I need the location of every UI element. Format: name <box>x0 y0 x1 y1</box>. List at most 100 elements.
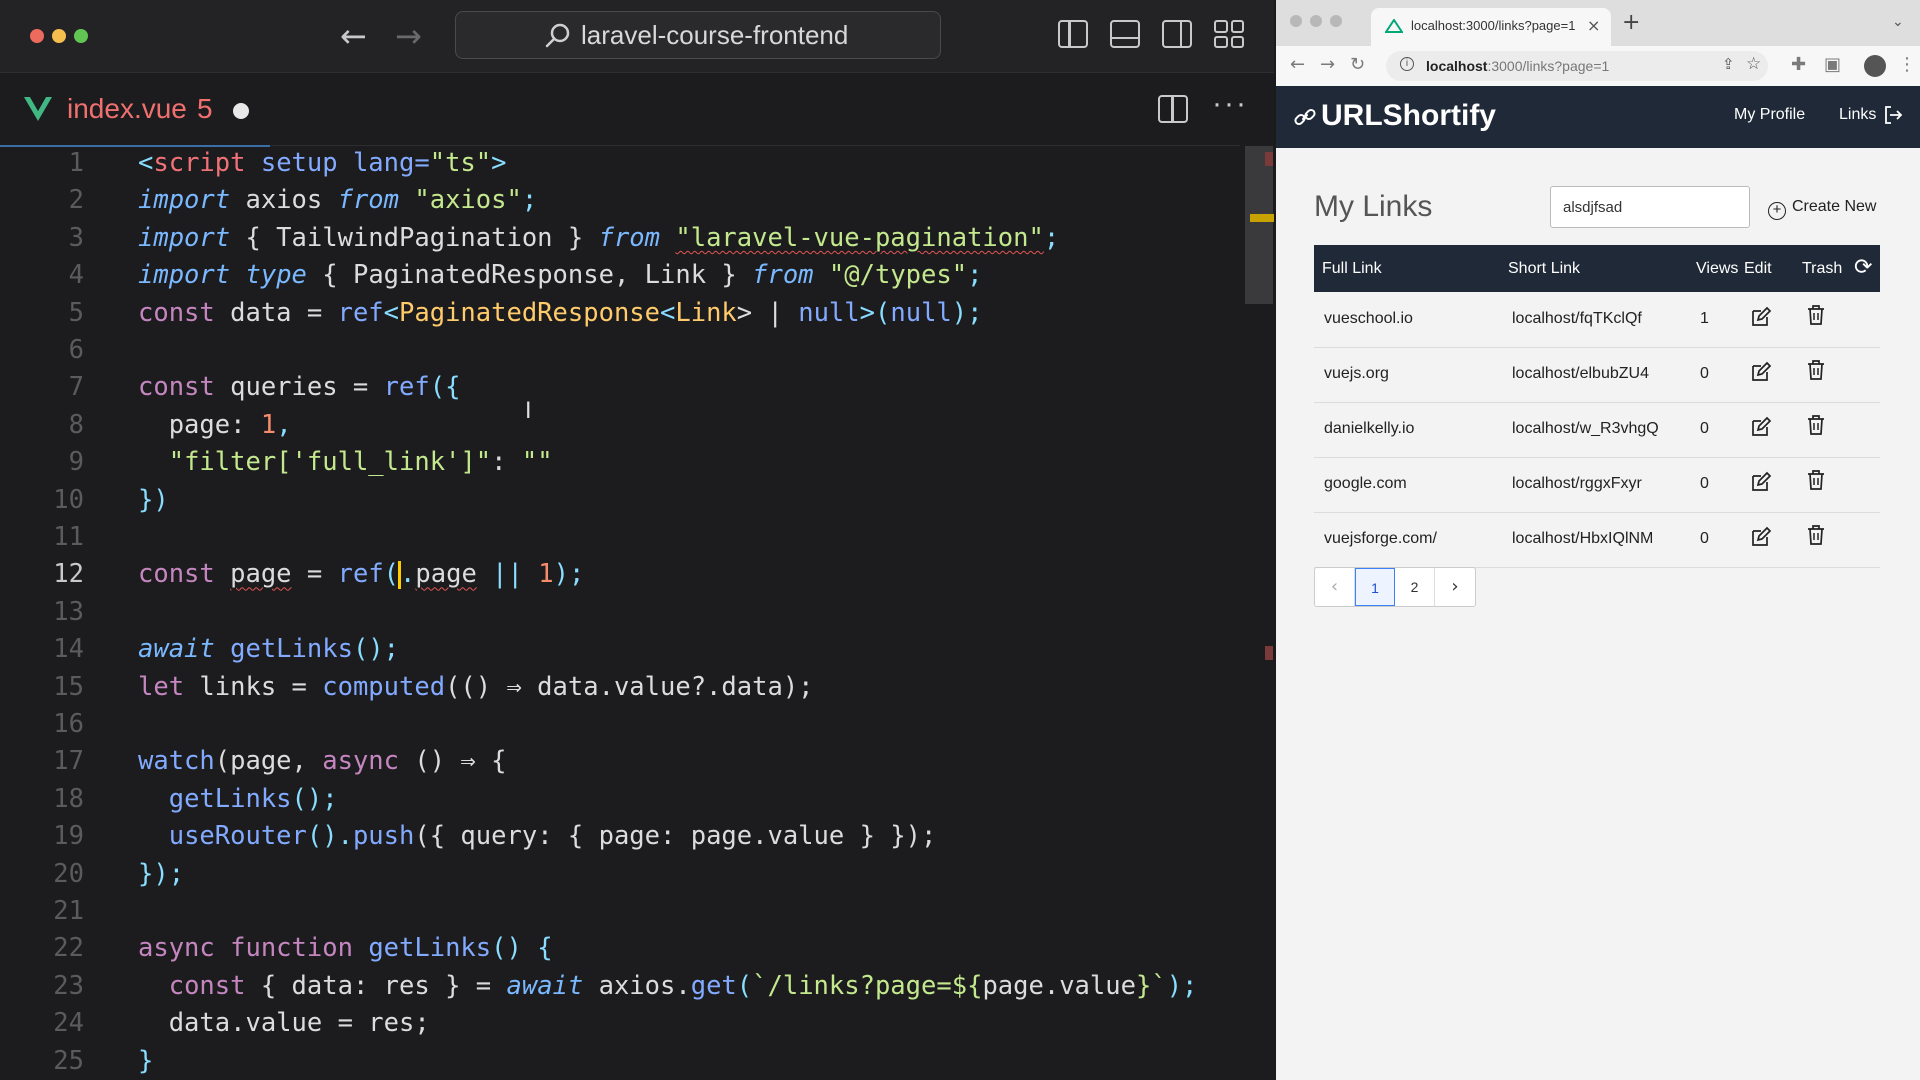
edit-icon[interactable] <box>1750 361 1772 383</box>
line-number: 19 <box>53 821 84 852</box>
address-bar[interactable]: i localhost:3000/links?page=1 ⇪ ☆ <box>1386 51 1768 81</box>
code-line[interactable]: 11 <box>0 519 1240 556</box>
close-tab-icon[interactable]: × <box>1587 16 1600 35</box>
short-link-cell[interactable]: localhost/fqTKclQf <box>1512 310 1642 328</box>
logout-icon[interactable] <box>1882 104 1904 126</box>
tab-search-chevron-icon[interactable]: ⌄ <box>1892 14 1904 30</box>
code-line[interactable]: 12 const page = ref(.page || 1); <box>0 556 1240 593</box>
trash-icon[interactable] <box>1806 524 1826 546</box>
close-window-button[interactable] <box>1290 15 1302 27</box>
back-arrow-icon[interactable]: ← <box>1290 54 1305 75</box>
prev-page-button[interactable]: ‹ <box>1315 568 1355 606</box>
scrollbar-thumb[interactable] <box>1245 146 1273 304</box>
code-line[interactable]: 2 import axios from "axios"; <box>0 182 1240 219</box>
edit-icon[interactable] <box>1750 471 1772 493</box>
share-icon[interactable]: ⇪ <box>1722 55 1735 73</box>
new-tab-icon[interactable]: + <box>1622 10 1640 35</box>
split-editor-icon[interactable] <box>1158 95 1188 123</box>
code-line[interactable]: 16 <box>0 706 1240 743</box>
code-line[interactable]: 8 page: 1, <box>0 407 1240 444</box>
code-line[interactable]: 4 import type { PaginatedResponse, Link }… <box>0 257 1240 294</box>
unsaved-indicator[interactable] <box>233 103 249 119</box>
full-link-cell[interactable]: google.com <box>1324 475 1407 493</box>
full-link-cell[interactable]: vueschool.io <box>1324 310 1413 328</box>
forward-arrow-icon[interactable]: → <box>1320 54 1335 75</box>
page-1-button[interactable]: 1 <box>1355 568 1395 606</box>
short-link-cell[interactable]: localhost/rggxFxyr <box>1512 475 1642 493</box>
code-line[interactable]: 7 const queries = ref({ <box>0 369 1240 406</box>
nav-links[interactable]: Links <box>1839 106 1876 124</box>
code-line[interactable]: 24 data.value = res; <box>0 1005 1240 1042</box>
browser-tab[interactable]: localhost:3000/links?page=1 × <box>1371 8 1611 46</box>
edit-icon[interactable] <box>1750 306 1772 328</box>
next-page-button[interactable]: › <box>1435 568 1475 606</box>
code-line[interactable]: 3 import { TailwindPagination } from "lar… <box>0 220 1240 257</box>
close-window-button[interactable] <box>30 29 44 43</box>
code-line[interactable]: 18 getLinks(); <box>0 781 1240 818</box>
table-row: vuejs.org localhost/elbubZU4 0 <box>1314 347 1880 403</box>
trash-icon[interactable] <box>1806 359 1826 381</box>
minimize-window-button[interactable] <box>52 29 66 43</box>
code-text: import { TailwindPagination } from "lara… <box>138 222 1060 253</box>
refresh-icon[interactable]: ⟳ <box>1854 255 1872 280</box>
code-text: page: 1, <box>138 409 292 440</box>
tab-index-vue[interactable]: index.vue 5 <box>0 73 270 147</box>
app-brand[interactable]: URLShortify <box>1321 99 1496 133</box>
full-link-cell[interactable]: vuejsforge.com/ <box>1324 530 1437 548</box>
bookmark-star-icon[interactable]: ☆ <box>1746 54 1761 74</box>
trash-icon[interactable] <box>1806 414 1826 436</box>
reload-icon[interactable]: ↻ <box>1350 54 1365 75</box>
customize-layout-icon[interactable] <box>1214 20 1244 48</box>
profile-avatar[interactable] <box>1864 55 1886 77</box>
short-link-cell[interactable]: localhost/HbxIQlNM <box>1512 530 1653 548</box>
code-line[interactable]: 21 <box>0 893 1240 930</box>
code-line[interactable]: 14 await getLinks(); <box>0 631 1240 668</box>
line-number: 16 <box>53 709 84 739</box>
code-line[interactable]: 9 "filter['full_link']": "" <box>0 444 1240 481</box>
edit-icon[interactable] <box>1750 526 1772 548</box>
code-line[interactable]: 6 <box>0 332 1240 369</box>
code-line[interactable]: 13 <box>0 594 1240 631</box>
col-edit: Edit <box>1744 260 1772 277</box>
toggle-primary-sidebar-icon[interactable] <box>1058 20 1088 48</box>
edit-icon[interactable] <box>1750 416 1772 438</box>
code-line[interactable]: 15 let links = computed(() ⇒ data.value?.… <box>0 669 1240 706</box>
side-panel-icon[interactable]: ▣ <box>1824 54 1841 75</box>
nav-my-profile[interactable]: My Profile <box>1734 106 1805 124</box>
trash-icon[interactable] <box>1806 304 1826 326</box>
forward-arrow-icon[interactable]: → <box>395 18 422 54</box>
code-line[interactable]: 19 useRouter().push({ query: { page: pag… <box>0 818 1240 855</box>
full-link-cell[interactable]: vuejs.org <box>1324 365 1389 383</box>
code-text: import type { PaginatedResponse, Link } … <box>138 260 983 291</box>
search-input[interactable] <box>1550 186 1750 228</box>
code-text: }); <box>138 858 185 889</box>
more-actions-icon[interactable]: ··· <box>1212 87 1248 121</box>
toggle-panel-icon[interactable] <box>1110 20 1140 48</box>
code-line[interactable]: 22 async function getLinks() { <box>0 930 1240 967</box>
code-area[interactable]: 1 <script setup lang="ts"> 2 import axios f… <box>0 145 1240 1080</box>
toggle-secondary-sidebar-icon[interactable] <box>1162 20 1192 48</box>
code-line[interactable]: 17 watch(page, async () ⇒ { <box>0 743 1240 780</box>
error-marker <box>1265 152 1273 166</box>
command-center-search[interactable]: laravel-course-frontend <box>455 11 941 59</box>
create-new-button[interactable]: + Create New <box>1768 198 1876 220</box>
back-arrow-icon[interactable]: ← <box>340 18 367 54</box>
code-line[interactable]: 10}) <box>0 482 1240 519</box>
code-line[interactable]: 1 <script setup lang="ts"> <box>0 145 1240 182</box>
short-link-cell[interactable]: localhost/w_R3vhgQ <box>1512 420 1659 438</box>
code-line[interactable]: 5 const data = ref<PaginatedResponse<Link… <box>0 295 1240 332</box>
browser-menu-icon[interactable]: ⋮ <box>1898 54 1916 75</box>
code-line[interactable]: 25} <box>0 1043 1240 1080</box>
extensions-icon[interactable]: ✚ <box>1791 54 1806 75</box>
short-link-cell[interactable]: localhost/elbubZU4 <box>1512 365 1649 383</box>
minimize-window-button[interactable] <box>1310 15 1322 27</box>
trash-icon[interactable] <box>1806 469 1826 491</box>
maximize-window-button[interactable] <box>74 29 88 43</box>
links-page: My Links + Create New Full Link Short Lin… <box>1276 148 1920 1080</box>
code-line[interactable]: 20}); <box>0 856 1240 893</box>
site-info-icon[interactable]: i <box>1400 57 1414 71</box>
full-link-cell[interactable]: danielkelly.io <box>1324 420 1414 438</box>
code-line[interactable]: 23 const { data: res } = await axios.get… <box>0 968 1240 1005</box>
page-2-button[interactable]: 2 <box>1395 568 1435 606</box>
maximize-window-button[interactable] <box>1330 15 1342 27</box>
